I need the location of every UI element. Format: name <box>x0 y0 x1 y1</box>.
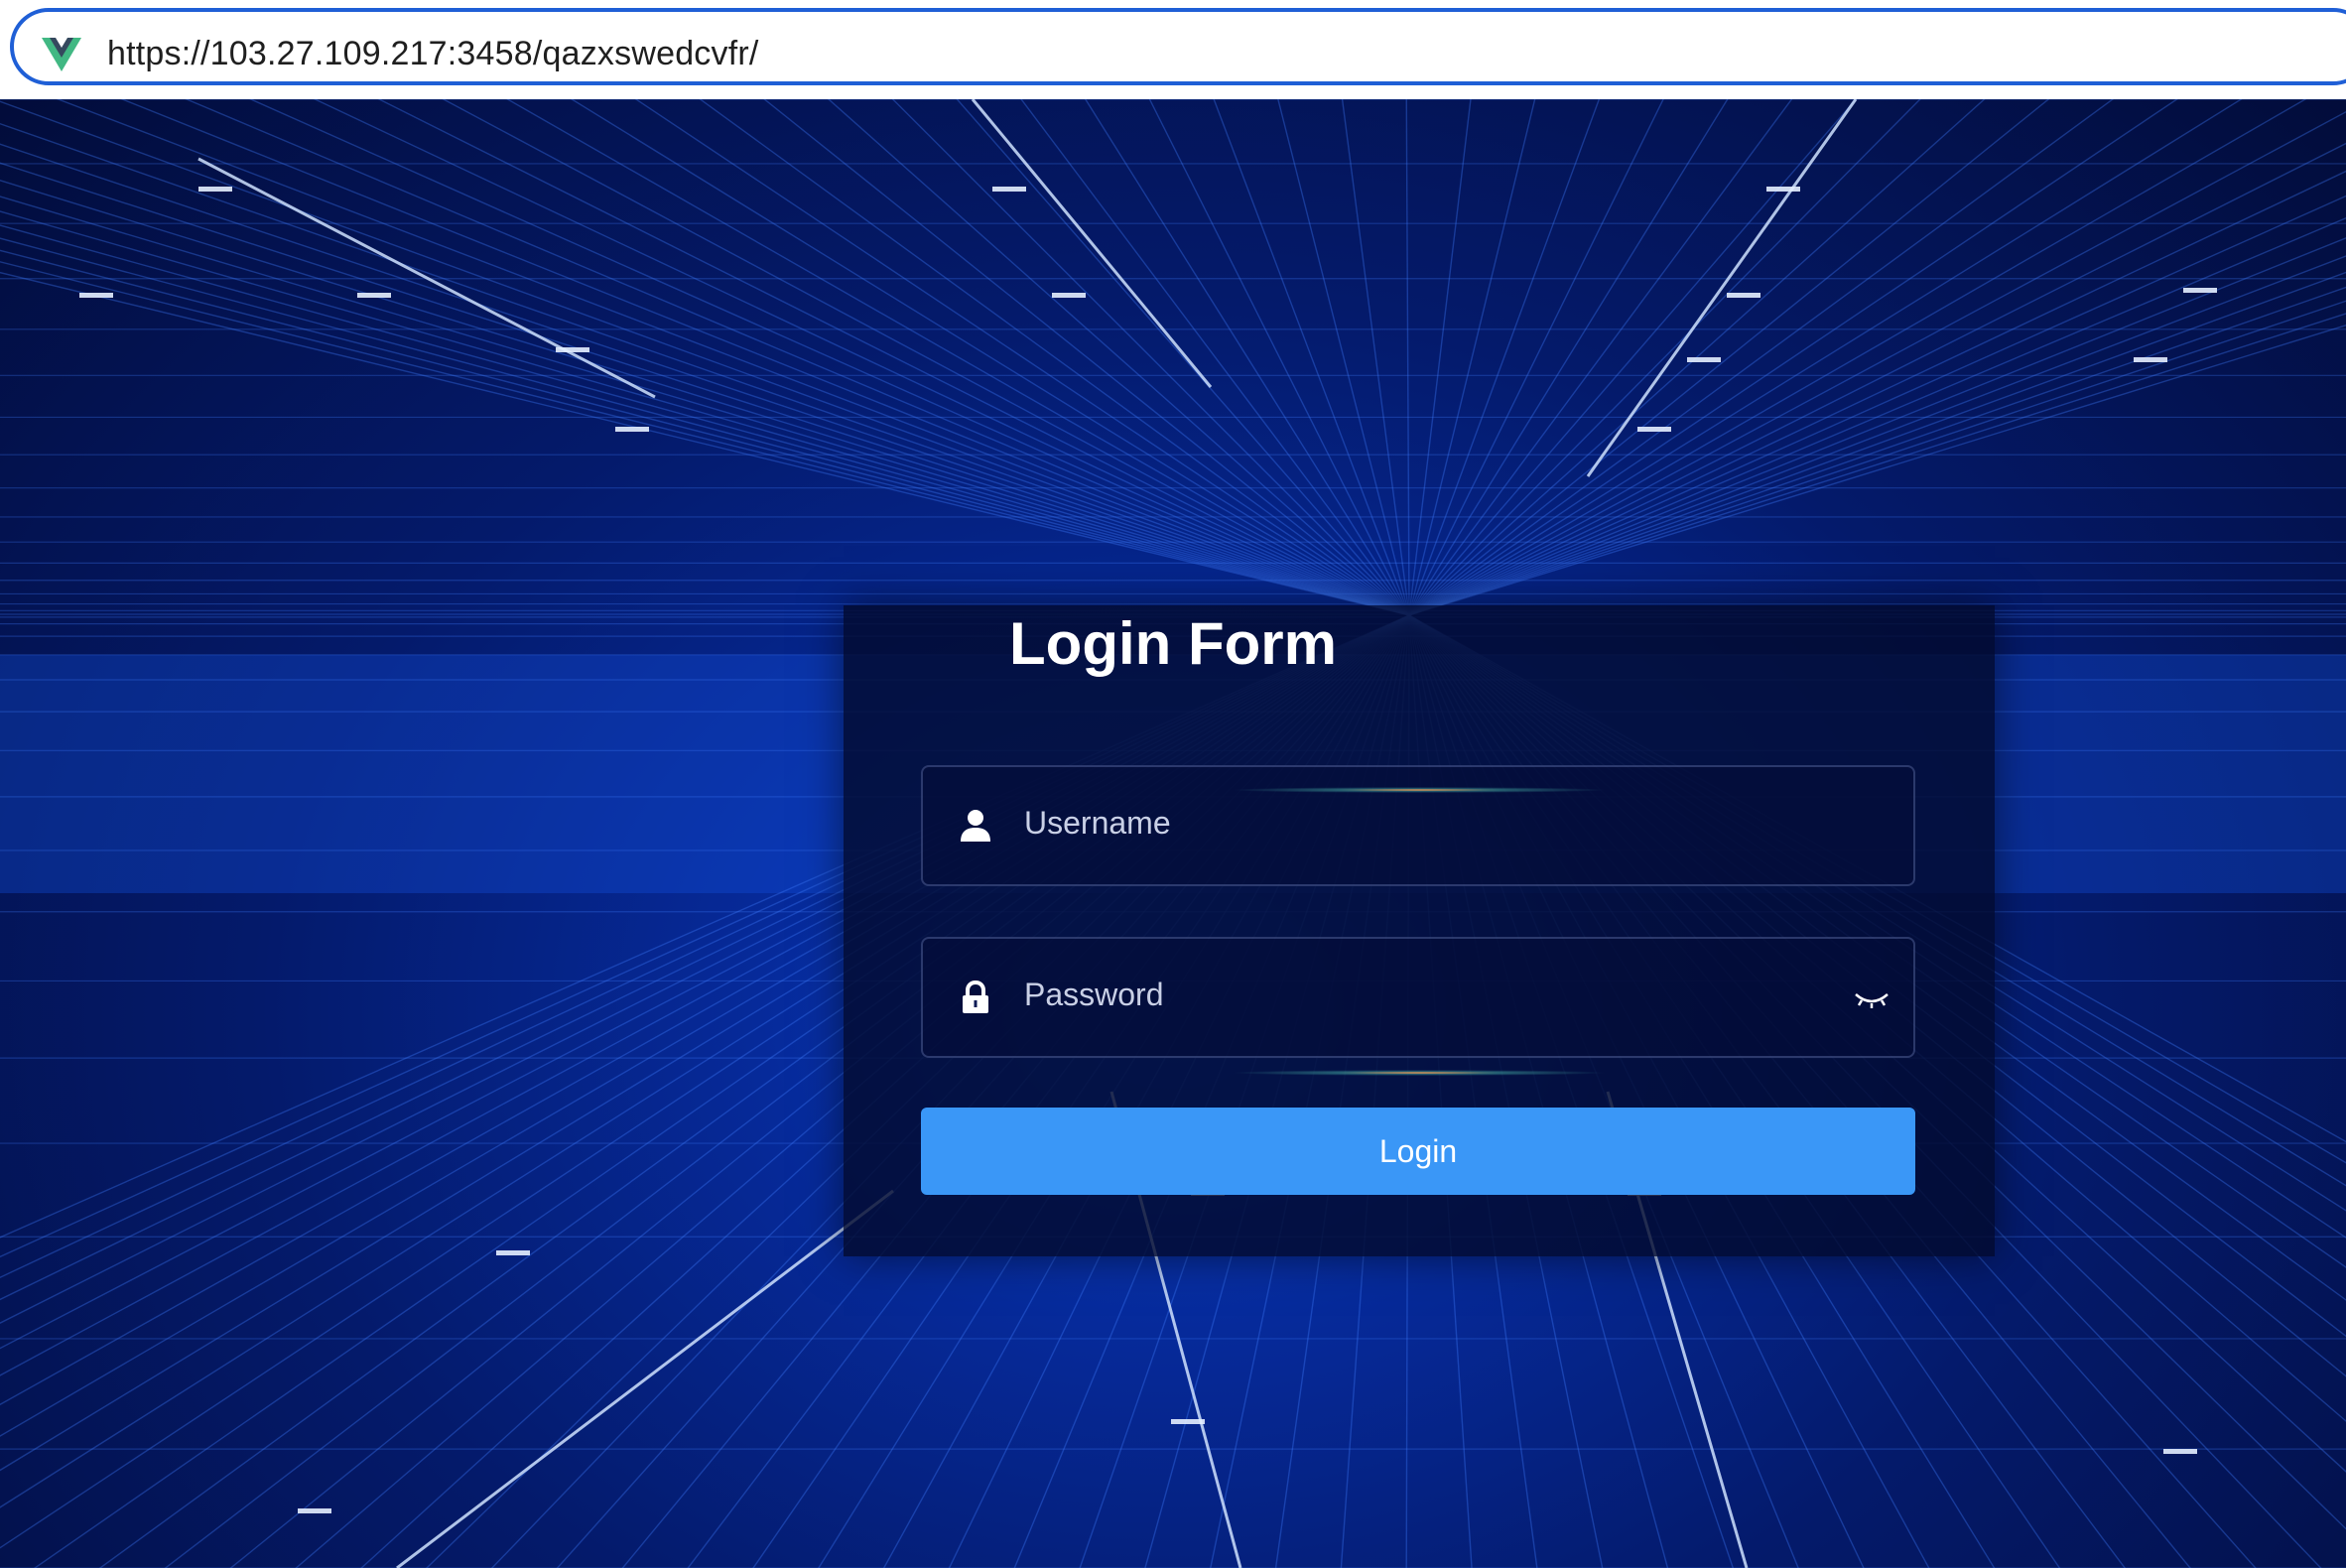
login-button[interactable]: Login <box>921 1108 1915 1195</box>
user-icon <box>961 810 990 842</box>
address-bar[interactable]: https://103.27.109.217:3458/qazxswedcvfr… <box>10 8 2346 85</box>
username-input[interactable] <box>1022 787 1840 858</box>
vue-logo-icon <box>42 38 81 71</box>
lock-icon <box>963 980 988 1013</box>
password-field-glow <box>1231 1070 1608 1076</box>
eye-closed-icon[interactable] <box>1852 984 1891 1012</box>
browser-toolbar: https://103.27.109.217:3458/qazxswedcvfr… <box>0 0 2346 99</box>
url-text[interactable]: https://103.27.109.217:3458/qazxswedcvfr… <box>107 34 759 73</box>
password-input[interactable] <box>1022 959 1840 1030</box>
password-field[interactable] <box>921 937 1915 1058</box>
login-form-title: Login Form <box>1009 610 1337 677</box>
username-field[interactable] <box>921 765 1915 886</box>
username-field-glow <box>1231 787 1608 793</box>
